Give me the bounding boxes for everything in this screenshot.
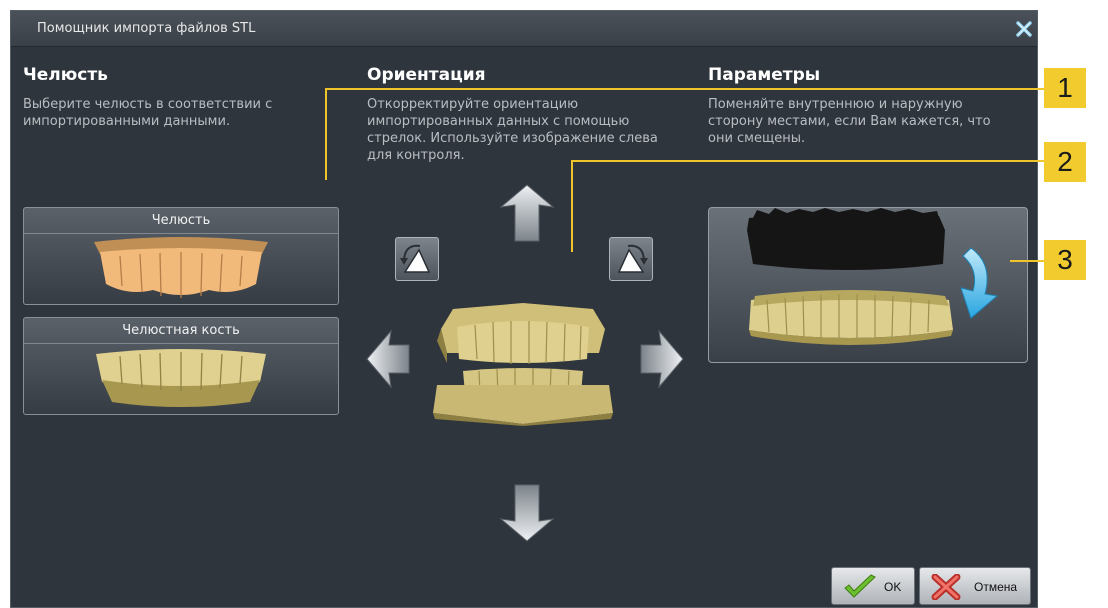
ok-button[interactable]: OK (831, 567, 915, 605)
arrow-right-button[interactable] (639, 329, 685, 389)
mandible-label: Челюстная кость (24, 318, 338, 344)
mandible-button[interactable]: Челюстная кость (23, 317, 339, 415)
title-bar: Помощник импорта файлов STL (11, 11, 1037, 47)
rotate-clockwise-icon (617, 244, 648, 273)
callout-1: 1 (1044, 68, 1086, 108)
callout-2: 2 (1044, 142, 1086, 182)
parameters-section-title: Параметры (708, 65, 821, 85)
cancel-label: Отмена (974, 580, 1018, 594)
arrow-left-button[interactable] (365, 329, 411, 389)
checkmark-icon (844, 574, 876, 598)
cancel-x-icon (931, 574, 961, 600)
swap-sides-preview (747, 208, 999, 345)
dental-model-preview (433, 303, 613, 426)
ok-label: OK (884, 580, 902, 594)
upper-jaw-label: Челюсть (24, 208, 338, 234)
rotate-counterclockwise-icon (400, 244, 431, 273)
mandible-model-icon (96, 349, 266, 407)
callout-line-2-horizontal (571, 160, 1044, 162)
rotate-left-button[interactable] (395, 237, 439, 281)
arrow-up-button[interactable] (499, 183, 555, 243)
parameters-section-description: Поменяйте внутреннюю и наружную сторону … (708, 97, 991, 146)
arrow-down-button[interactable] (499, 483, 555, 543)
jaw-section-description: Выберите челюсть в соответствии с импорт… (23, 97, 273, 129)
cancel-button[interactable]: Отмена (919, 567, 1031, 605)
callout-line-3 (1010, 260, 1044, 262)
jaw-section-title: Челюсть (23, 65, 108, 85)
orientation-section-description: Откорректируйте ориентацию импортированн… (367, 97, 658, 163)
close-icon[interactable] (1015, 20, 1033, 38)
upper-jaw-model-icon (94, 237, 268, 298)
stl-import-dialog: Помощник импорта файлов STL Челюсть Выбе… (10, 10, 1038, 608)
rotate-right-button[interactable] (609, 237, 653, 281)
window-title: Помощник импорта файлов STL (37, 21, 256, 36)
callout-line-2-vertical (571, 160, 573, 252)
swap-sides-button[interactable] (708, 207, 1028, 363)
callout-3: 3 (1044, 240, 1086, 280)
callout-line-1-horizontal (325, 88, 1044, 90)
upper-jaw-button[interactable]: Челюсть (23, 207, 339, 305)
orientation-section-title: Ориентация (367, 65, 486, 85)
callout-line-1-vertical (325, 88, 327, 180)
